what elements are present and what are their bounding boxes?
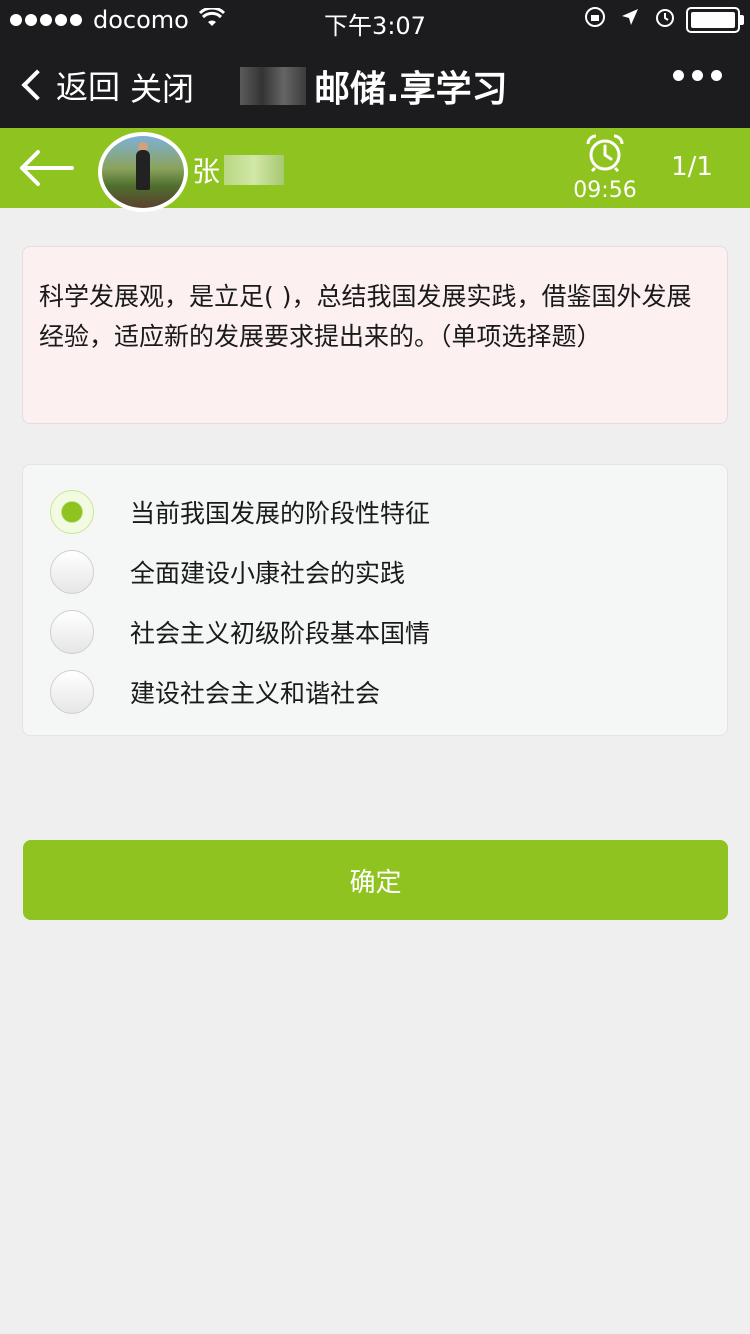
question-card: 科学发展观，是立足( )，总结我国发展实践，借鉴国外发展经验，适应新的发展要求提… xyxy=(22,246,728,424)
chevron-left-icon xyxy=(21,69,53,101)
more-dot-icon xyxy=(711,70,722,81)
avatar xyxy=(98,132,188,212)
confirm-button[interactable]: 确定 xyxy=(23,840,728,920)
alarm-status-icon xyxy=(654,6,676,34)
arrow-left-icon[interactable] xyxy=(18,148,74,188)
more-dot-icon xyxy=(673,70,684,81)
redacted-text xyxy=(240,67,306,105)
option-label: 社会主义初级阶段基本国情 xyxy=(130,619,431,648)
radio-button[interactable] xyxy=(50,670,94,714)
option-label: 当前我国发展的阶段性特征 xyxy=(130,499,431,528)
question-counter: 1/1 xyxy=(671,152,713,182)
rotation-lock-icon xyxy=(584,6,606,34)
alarm-clock-icon xyxy=(584,134,626,173)
battery-icon xyxy=(686,7,744,33)
option-item[interactable]: 社会主义初级阶段基本国情 xyxy=(23,604,727,660)
question-text: 科学发展观，是立足( )，总结我国发展实践，借鉴国外发展经验，适应新的发展要求提… xyxy=(39,282,692,351)
location-arrow-icon xyxy=(620,7,640,33)
options-card: 当前我国发展的阶段性特征 全面建设小康社会的实践 社会主义初级阶段基本国情 建设… xyxy=(22,464,728,736)
redacted-name xyxy=(224,155,285,185)
option-item[interactable]: 当前我国发展的阶段性特征 xyxy=(23,484,727,540)
back-label: 返回 xyxy=(56,68,121,106)
user-name: 张 xyxy=(192,150,285,190)
back-button[interactable]: 返回 xyxy=(20,62,120,108)
status-right xyxy=(570,6,744,34)
option-label: 全面建设小康社会的实践 xyxy=(130,559,406,588)
countdown-timer: 09:56 xyxy=(573,178,637,203)
user-name-text: 张 xyxy=(192,155,221,188)
option-item[interactable]: 建设社会主义和谐社会 xyxy=(23,664,727,720)
quiz-header: 张 09:56 1/1 xyxy=(0,128,750,212)
page-title: 邮储.享学习 xyxy=(240,60,508,112)
page-title-text: 邮储.享学习 xyxy=(314,69,508,110)
radio-button[interactable] xyxy=(50,610,94,654)
status-bar: docomo 下午3:07 xyxy=(0,0,750,40)
close-button[interactable]: 关闭 xyxy=(130,64,194,110)
more-dot-icon xyxy=(692,70,703,81)
option-label: 建设社会主义和谐社会 xyxy=(130,679,381,708)
radio-button-checked[interactable] xyxy=(50,490,94,534)
radio-button[interactable] xyxy=(50,550,94,594)
nav-bar: 返回 关闭 邮储.享学习 xyxy=(0,40,750,128)
more-menu-button[interactable] xyxy=(665,70,722,81)
option-item[interactable]: 全面建设小康社会的实践 xyxy=(23,544,727,600)
